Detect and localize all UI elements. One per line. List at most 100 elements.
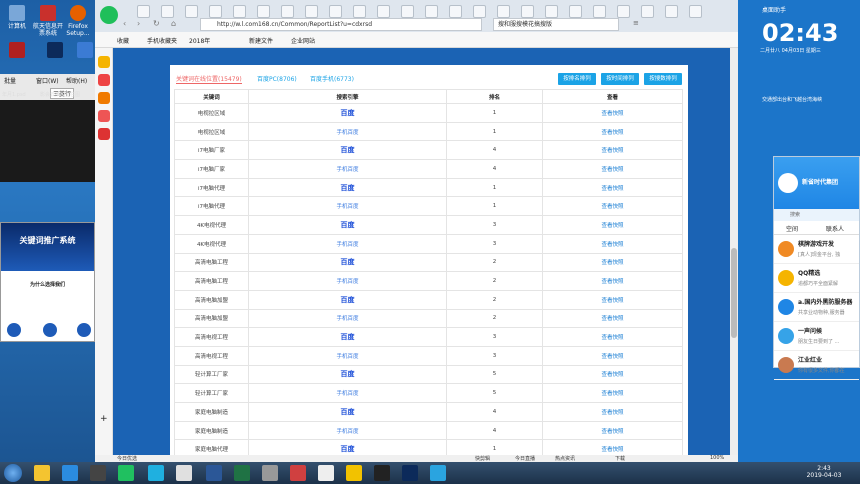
- sort-by-count-button[interactable]: 按搜数排列: [644, 73, 682, 85]
- app-icon[interactable]: [430, 465, 446, 481]
- qq-search[interactable]: 搜索: [774, 209, 859, 221]
- view-snapshot-link[interactable]: 查看快照: [542, 103, 683, 123]
- computer-desktop-icon[interactable]: 计算机: [2, 5, 32, 30]
- bookmark-item[interactable]: 收藏: [117, 36, 129, 45]
- view-snapshot-link[interactable]: 查看快照: [542, 364, 683, 385]
- explorer-icon[interactable]: [34, 465, 50, 481]
- tab-all-keywords[interactable]: 关键词在线位置(15479): [176, 74, 242, 84]
- qq-icon[interactable]: [346, 465, 362, 481]
- view-snapshot-link[interactable]: 查看快照: [542, 215, 683, 235]
- app-icon[interactable]: [290, 465, 306, 481]
- chrome-icon[interactable]: [318, 465, 334, 481]
- rocket-icon: [7, 323, 21, 337]
- engine-cell: 手机百度: [248, 383, 447, 403]
- view-snapshot-link[interactable]: 查看快照: [542, 159, 683, 179]
- home-icon[interactable]: ⌂: [171, 19, 176, 28]
- contact-preview: [真人]现金平台, 独: [798, 252, 841, 258]
- view-snapshot-link[interactable]: 查看快照: [542, 196, 683, 217]
- start-button[interactable]: [4, 464, 22, 482]
- word-icon[interactable]: [206, 465, 222, 481]
- app-icon[interactable]: [98, 74, 110, 86]
- contact-item[interactable]: a.国内外黑防服务器 共享业动物种,服务器: [774, 293, 859, 322]
- table-row: 高清电脑加盟 手机百度 2 查看快照: [174, 308, 683, 329]
- app-icon[interactable]: [176, 465, 192, 481]
- tab-baidu-pc[interactable]: 百度PC(8706): [257, 74, 297, 83]
- app-icon[interactable]: [90, 465, 106, 481]
- add-icon[interactable]: +: [100, 414, 108, 424]
- avatar[interactable]: [778, 173, 798, 193]
- firefox-desktop-icon[interactable]: Firefox Setup...: [63, 5, 93, 37]
- bookmark-item[interactable]: 2018年: [189, 36, 210, 45]
- search-field[interactable]: 搜和服搜模花搞搜版: [493, 18, 619, 31]
- news-item[interactable]: 交通部出台和飞越台湾海峡: [762, 96, 858, 103]
- column-header: 查看: [542, 89, 683, 104]
- baidu-logo-icon: 百度: [340, 146, 355, 155]
- baidu-logo-icon: 百度: [340, 258, 355, 267]
- address-bar-row: ‹ › ↻ ⌂ http://w.l.com168.cn/Common/Repo…: [123, 17, 729, 32]
- view-snapshot-link[interactable]: 查看快照: [542, 121, 683, 142]
- promo-title: 关键词推广系统: [1, 223, 94, 271]
- photoshop-desktop-icon[interactable]: [40, 42, 70, 60]
- rank-cell: 4: [446, 140, 543, 161]
- tab-baidu-mobile[interactable]: 百度手机(6773): [310, 74, 354, 83]
- app-icon[interactable]: [374, 465, 390, 481]
- view-snapshot-link[interactable]: 查看快照: [542, 345, 683, 366]
- engine-cell: 百度: [248, 215, 447, 235]
- sort-by-rank-button[interactable]: 按排名排列: [558, 73, 596, 85]
- engine-cell: 百度: [248, 140, 447, 161]
- back-icon[interactable]: ‹: [123, 19, 126, 28]
- bookmark-item[interactable]: 企业网站: [291, 36, 315, 45]
- view-snapshot-link[interactable]: 查看快照: [542, 327, 683, 347]
- tax-app-desktop-icon[interactable]: 航天信息开票系统: [33, 5, 63, 37]
- baidu-mobile-logo-icon: 手机百度: [336, 204, 359, 211]
- view-snapshot-link[interactable]: 查看快照: [542, 177, 683, 198]
- view-snapshot-link[interactable]: 查看快照: [542, 252, 683, 273]
- refresh-icon[interactable]: ↻: [153, 19, 160, 28]
- rank-cell: 4: [446, 159, 543, 179]
- sort-by-time-button[interactable]: 按时间排列: [601, 73, 639, 85]
- view-snapshot-link[interactable]: 查看快照: [542, 402, 683, 422]
- table-row: 轻计算工厂家 手机百度 5 查看快照: [174, 383, 683, 403]
- scrollbar[interactable]: [730, 48, 738, 455]
- keyword-cell: 电视拉区域: [174, 121, 249, 142]
- tray-clock[interactable]: 2:43 2019-04-03: [800, 465, 848, 479]
- app-icon[interactable]: [98, 128, 110, 140]
- excel-icon[interactable]: [234, 465, 250, 481]
- tab-strip: ‹ › ↻ ⌂ http://w.l.com168.cn/Common/Repo…: [95, 0, 738, 32]
- view-snapshot-link[interactable]: 查看快照: [542, 420, 683, 441]
- view-snapshot-link[interactable]: 查看快照: [542, 308, 683, 329]
- keyword-rank-table: 关键词 搜索引擎 排名 查看 电视拉区域 百度 1 查看快照 电视拉区域 手机百度 1 查看快…: [174, 89, 683, 455]
- menu-icon[interactable]: ≡: [633, 19, 639, 27]
- contact-item[interactable]: 江业红业 你有很多文件,你都在: [774, 351, 859, 380]
- photoshop-icon[interactable]: [402, 465, 418, 481]
- scrollbar-thumb[interactable]: [731, 248, 737, 338]
- app-icon[interactable]: [148, 465, 164, 481]
- app-icon[interactable]: [262, 465, 278, 481]
- star-icon[interactable]: [98, 56, 110, 68]
- contact-item[interactable]: 一声问候 朋友生日要到了 ...: [774, 322, 859, 351]
- weibo-icon[interactable]: [98, 92, 110, 104]
- contact-item[interactable]: 棋牌游戏开发 [真人]现金平台, 独: [774, 235, 859, 264]
- table-row: 轻计算工厂家 百度 5 查看快照: [174, 364, 683, 385]
- view-snapshot-link[interactable]: 查看快照: [542, 271, 683, 291]
- bookmark-item[interactable]: 新建文件: [249, 36, 273, 45]
- view-snapshot-link[interactable]: 查看快照: [542, 383, 683, 403]
- keyword-cell: 高清电脑加盟: [174, 289, 249, 310]
- keyword-cell: 轻计算工厂家: [174, 364, 249, 385]
- forward-icon[interactable]: ›: [137, 19, 140, 28]
- bookmark-item[interactable]: 手机收藏夹: [147, 36, 177, 45]
- contact-title: 棋牌游戏开发: [798, 241, 835, 248]
- url-field[interactable]: http://w.l.com168.cn/Common/ReportList?u…: [200, 18, 482, 31]
- avatar: [778, 357, 794, 373]
- app-desktop-icon[interactable]: [2, 42, 32, 60]
- app-icon[interactable]: [118, 465, 134, 481]
- view-snapshot-link[interactable]: 查看快照: [542, 233, 683, 254]
- view-snapshot-link[interactable]: 查看快照: [542, 140, 683, 161]
- app-icon[interactable]: [98, 110, 110, 122]
- app-icon[interactable]: [62, 465, 78, 481]
- view-snapshot-link[interactable]: 查看快照: [542, 289, 683, 310]
- contact-title: 一声问候: [798, 328, 823, 335]
- baidu-logo-icon: 百度: [340, 407, 355, 416]
- contact-item[interactable]: QQ精选 追都巧平全面紧解: [774, 264, 859, 293]
- view-snapshot-link[interactable]: 查看快照: [542, 439, 683, 455]
